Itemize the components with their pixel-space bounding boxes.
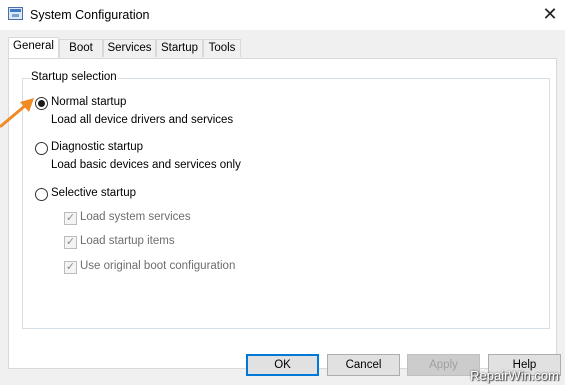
window-title: System Configuration xyxy=(30,8,150,22)
dialog-body: Boot Services Startup Tools General Star… xyxy=(0,30,565,385)
close-button[interactable]: ✕ xyxy=(539,2,561,26)
checkmark-icon[interactable]: ✓ xyxy=(64,212,77,225)
checkmark-icon[interactable]: ✓ xyxy=(64,236,77,249)
watermark: RepairWin.com xyxy=(470,368,559,383)
radio-selective-startup[interactable] xyxy=(35,188,48,201)
diagnostic-startup-label[interactable]: Diagnostic startup xyxy=(51,141,143,153)
startup-selection-group: Startup selection Normal startup Load al… xyxy=(22,71,550,329)
tab-general[interactable]: General xyxy=(8,37,59,58)
cancel-button[interactable]: Cancel xyxy=(327,354,400,376)
general-tab-panel: Startup selection Normal startup Load al… xyxy=(8,58,557,369)
load-system-services-label: Load system services xyxy=(80,211,191,223)
tab-boot[interactable]: Boot xyxy=(59,39,103,57)
msconfig-icon xyxy=(8,7,23,20)
load-startup-items-label: Load startup items xyxy=(80,235,175,247)
tab-tools[interactable]: Tools xyxy=(203,39,241,57)
tab-services[interactable]: Services xyxy=(103,39,156,57)
normal-startup-label[interactable]: Normal startup xyxy=(51,96,126,108)
checkmark-icon[interactable]: ✓ xyxy=(64,261,77,274)
use-original-boot-config-label: Use original boot configuration xyxy=(80,260,236,272)
normal-startup-description: Load all device drivers and services xyxy=(51,114,234,126)
group-title: Startup selection xyxy=(30,71,118,83)
selective-startup-label[interactable]: Selective startup xyxy=(51,187,136,199)
annotation-arrow-icon xyxy=(0,98,34,128)
title-bar: System Configuration ✕ xyxy=(0,0,565,30)
radio-diagnostic-startup[interactable] xyxy=(35,142,48,155)
diagnostic-startup-description: Load basic devices and services only xyxy=(51,159,241,171)
ok-button[interactable]: OK xyxy=(246,354,319,376)
tab-startup[interactable]: Startup xyxy=(156,39,203,57)
